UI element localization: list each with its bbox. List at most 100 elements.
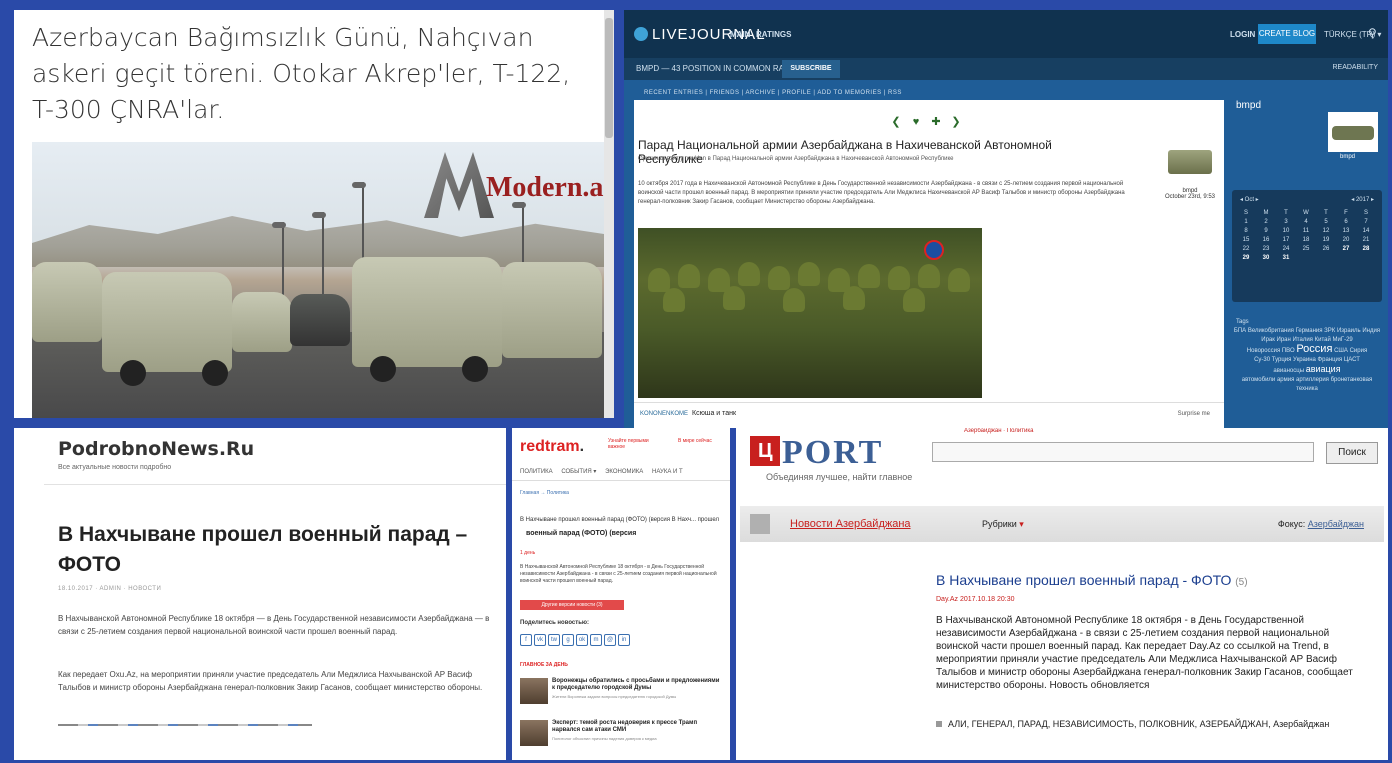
calendar-day[interactable]: 14 [1356,228,1376,234]
nav-main[interactable]: MAIN [730,30,750,39]
calendar-day[interactable]: 12 [1316,228,1336,234]
calendar-day[interactable]: 2 [1256,219,1276,225]
calendar-day[interactable]: 21 [1356,237,1376,243]
readability-toggle[interactable]: READABILITY [1332,64,1378,71]
calendar-day[interactable]: 5 [1316,219,1336,225]
calendar-day[interactable]: 28 [1356,246,1376,252]
heart-icon[interactable]: ♥ [910,116,922,128]
user-rating[interactable]: BMPD — 43 POSITION IN COMMON RATING [636,64,803,73]
calendar-month[interactable]: ◂ Oct ▸ [1240,196,1259,203]
search-icon[interactable]: ⚲ [1368,26,1377,40]
scrollbar[interactable] [604,10,614,418]
scrollbar-thumb[interactable] [605,18,613,138]
journal-links[interactable]: RECENT ENTRIES | FRIENDS | ARCHIVE | PRO… [644,90,902,96]
calendar-year[interactable]: ◂ 2017 ▸ [1351,196,1374,203]
search-button[interactable]: Поиск [1326,442,1378,464]
add-icon[interactable]: ✚ [930,116,942,128]
focus-link[interactable]: Азербайджан [1308,519,1364,529]
promo-text[interactable]: Узнайте первыми важное [608,438,650,456]
linkedin-icon[interactable]: in [618,634,630,646]
top-links[interactable]: Азербайджан · Политика [964,428,1033,434]
calendar-day[interactable]: 9 [1256,228,1276,234]
vk-icon[interactable]: vk [534,634,546,646]
calendar-day[interactable]: 26 [1316,246,1336,252]
section-link[interactable]: Новости Азербайджана [790,518,911,530]
post-author[interactable]: bmpd October 23rd, 9:53 [1164,188,1216,200]
mail-icon[interactable]: m [590,634,602,646]
menu-item[interactable]: СОБЫТИЯ ▾ [561,469,596,475]
calendar-day[interactable]: 25 [1296,246,1316,252]
tags-line[interactable]: автомобили армия артиллерия бронетанкова… [1232,376,1382,394]
search-input[interactable] [932,442,1314,462]
site-logo[interactable]: PodrobnoNews.Ru [58,438,254,460]
calendar-day[interactable]: 16 [1256,237,1276,243]
nav-ratings[interactable]: RATINGS [756,30,791,39]
calendar-day[interactable]: 18 [1296,237,1316,243]
twitter-icon[interactable]: tw [548,634,560,646]
news-item[interactable]: Эксперт: темой роста недоверия к прессе … [520,720,724,750]
news-item-title[interactable]: Воронежцы обратились с просьбами и предл… [552,678,724,692]
news-thumbnail[interactable] [520,720,548,746]
calendar-day[interactable]: 20 [1336,237,1356,243]
surprise-me-link[interactable]: Surprise me [1178,411,1210,417]
calendar-day[interactable]: 6 [1336,219,1356,225]
calendar-day[interactable]: 15 [1236,237,1256,243]
menu-item[interactable]: НАУКА И Т [652,469,683,475]
rubrics-dropdown[interactable]: Рубрики ▾ [982,519,1024,530]
calendar-day[interactable]: 27 [1336,246,1356,252]
calendar-day[interactable]: 29 [1236,255,1256,261]
breadcrumb[interactable]: Главная → Политика [520,490,569,496]
calendar-day[interactable]: 8 [1236,228,1256,234]
other-versions-button[interactable]: Другие версии новости (3) [520,600,624,610]
calendar-day[interactable]: 10 [1276,228,1296,234]
calendar-day[interactable]: 19 [1316,237,1336,243]
login-link[interactable]: LOGIN [1230,30,1255,39]
calendar-day[interactable]: 4 [1296,219,1316,225]
facebook-icon[interactable]: f [520,634,532,646]
journal-user-link[interactable]: bmpd [1340,154,1355,160]
related-title[interactable]: Ксюша и танк [692,410,736,417]
calendar-day[interactable]: 7 [1356,219,1376,225]
subscribe-button[interactable]: SUBSCRIBE [782,60,840,78]
menu-item[interactable]: ПОЛИТИКА [520,469,553,475]
calendar-day[interactable]: 23 [1256,246,1276,252]
parade-photo: Modern.az [32,142,604,418]
calendar-day[interactable]: 3 [1276,219,1296,225]
menu-item[interactable]: ЭКОНОМИКА [605,469,643,475]
article-tags: АЛИ, ГЕНЕРАЛ, ПАРАД, НЕЗАВИСИМОСТЬ, ПОЛК… [936,718,1356,730]
author-userpic[interactable] [1168,150,1212,174]
email-icon[interactable]: @ [604,634,616,646]
tags-line[interactable]: авианосцы [1273,368,1304,374]
tags-line[interactable]: США Сирия [1334,348,1367,354]
calendar-day[interactable]: 30 [1256,255,1276,261]
next-arrow-icon[interactable]: ❯ [950,116,962,128]
calendar-day[interactable]: 13 [1336,228,1356,234]
lj-header: LIVEJOURNAL MAIN RATINGS LOGIN CREATE BL… [624,10,1388,58]
tag-aviation[interactable]: авиация [1306,364,1341,374]
journal-userpic[interactable] [1328,112,1378,152]
tag-russia[interactable]: Россия [1296,343,1332,355]
google-icon[interactable]: g [562,634,574,646]
prev-arrow-icon[interactable]: ❮ [890,116,902,128]
create-blog-button[interactable]: CREATE BLOG [1258,24,1316,44]
related-user[interactable]: KONONENKOME [640,411,688,417]
calendar-day[interactable]: 1 [1236,219,1256,225]
news-item-title[interactable]: Эксперт: темой роста недоверия к прессе … [552,720,724,734]
calendar-day[interactable]: 11 [1296,228,1316,234]
calendar-day[interactable]: 17 [1276,237,1296,243]
calendar-day[interactable]: 24 [1276,246,1296,252]
news-item[interactable]: Воронежцы обратились с просьбами и предл… [520,678,724,708]
calendar-day[interactable]: 22 [1236,246,1256,252]
tags-text[interactable]: АЛИ, ГЕНЕРАЛ, ПАРАД, НЕЗАВИСИМОСТЬ, ПОЛК… [948,719,1329,729]
calendar-day[interactable]: 31 [1276,255,1296,261]
promo-text[interactable]: В мире сейчас [678,438,728,456]
journal-name[interactable]: bmpd [1236,100,1261,111]
redtram-logo[interactable]: redtram. [520,438,584,456]
port-logo[interactable]: Ц PORT [750,434,910,471]
tags-line[interactable]: Новороссия ПВО [1247,348,1295,354]
site-slogan: Объединяя лучшее, найти главное [766,472,913,482]
news-thumbnail[interactable] [520,678,548,704]
ok-icon[interactable]: ok [576,634,588,646]
article-headline[interactable]: В Нахчыване прошел военный парад - ФОТО … [936,572,1248,588]
share-bar[interactable] [58,724,312,726]
